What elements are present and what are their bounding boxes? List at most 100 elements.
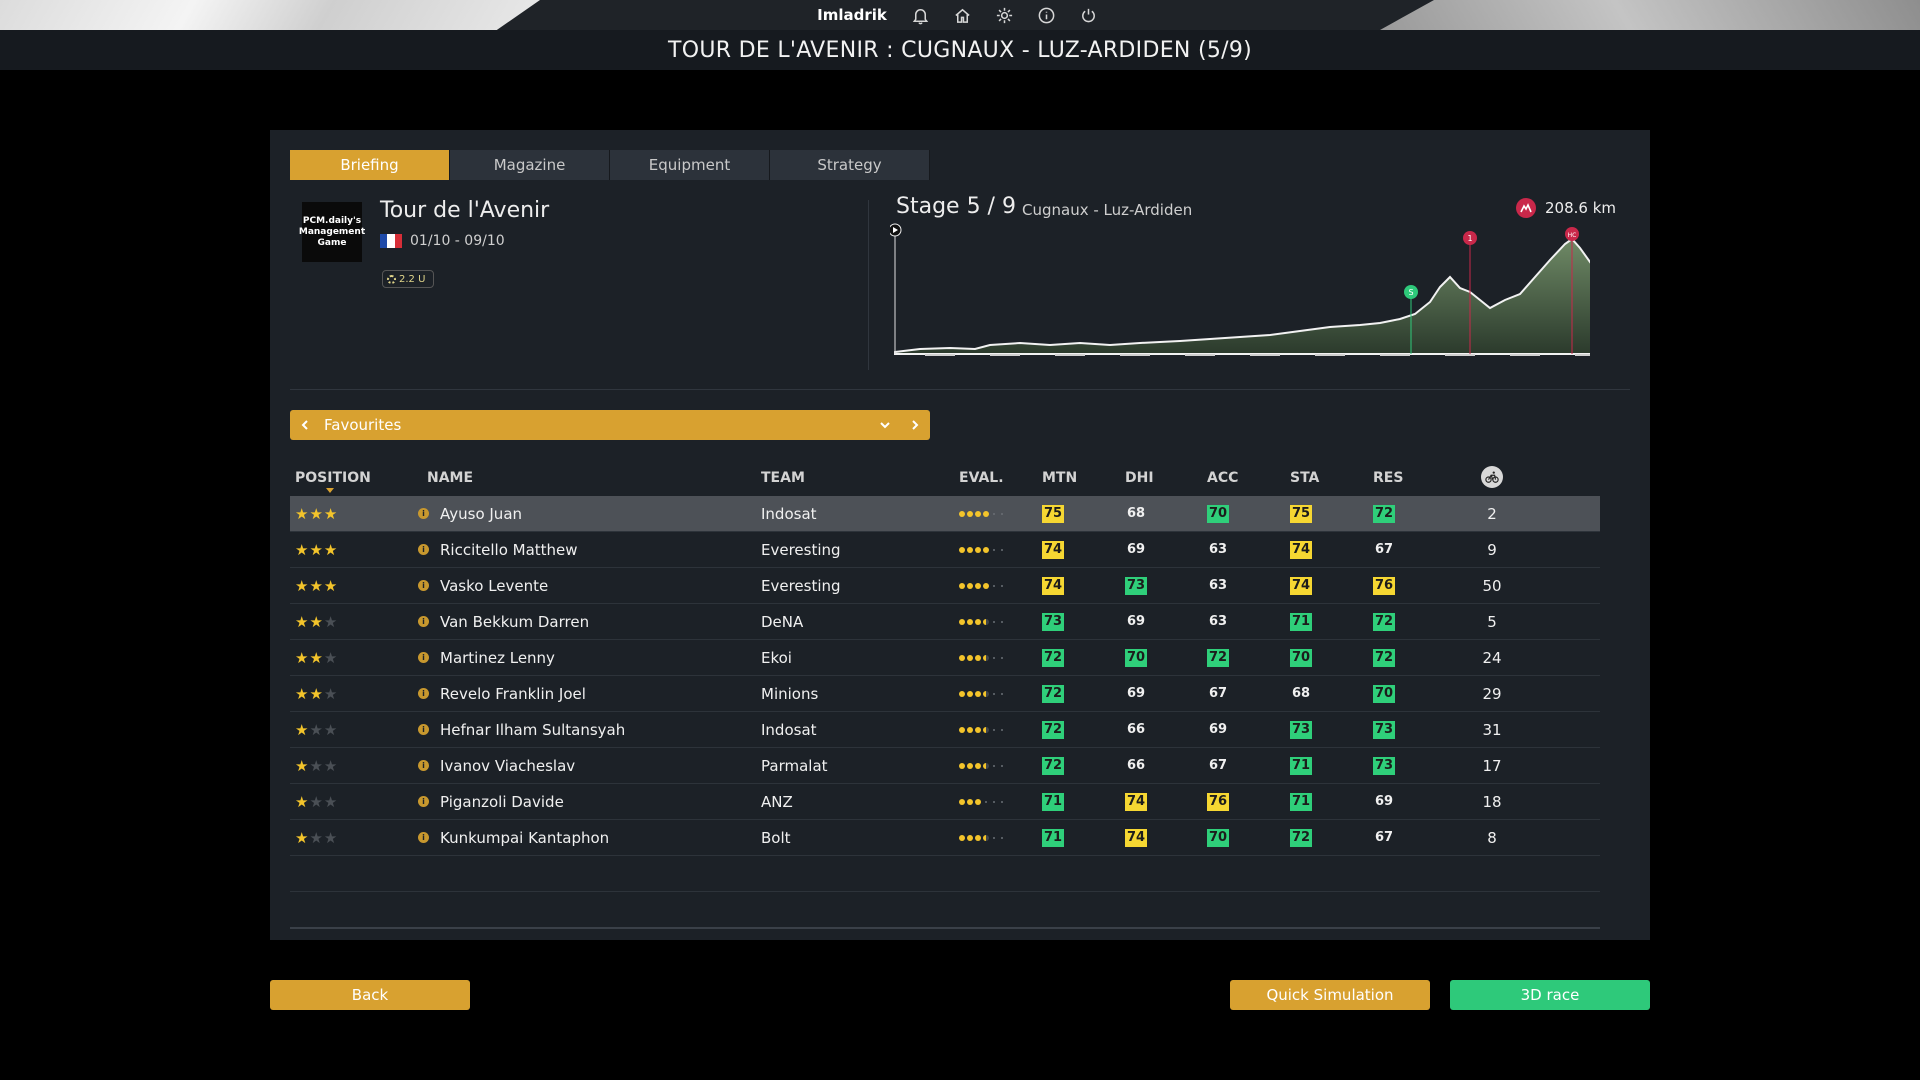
home-icon[interactable]	[949, 1, 977, 29]
star-icon: ★	[295, 828, 310, 847]
sta-cell: 74	[1290, 532, 1312, 567]
acc-value: 67	[1208, 758, 1228, 773]
tab-briefing[interactable]: Briefing	[290, 150, 450, 180]
bib-number: 17	[1482, 756, 1502, 775]
header-res[interactable]: RES	[1373, 470, 1403, 486]
rider-info-icon[interactable]: i	[418, 508, 429, 519]
star-icon: ★	[323, 576, 339, 595]
header-eval[interactable]: EVAL.	[959, 470, 1004, 486]
eval-cell	[959, 748, 1005, 783]
username[interactable]: Imladrik	[817, 6, 887, 24]
table-row[interactable]: ★ ★ ★ i Vasko Levente Everesting 74 73 63 74 76 50	[290, 568, 1600, 604]
sta-value: 71	[1290, 792, 1312, 811]
stage-profile-chart[interactable]: S 1 HC	[890, 222, 1590, 360]
back-button[interactable]: Back	[270, 980, 470, 1010]
rider-info-icon[interactable]: i	[418, 796, 429, 807]
acc-cell: 70	[1207, 820, 1229, 855]
evaluation-dots	[959, 834, 1005, 841]
team-name: DeNA	[761, 612, 804, 631]
header-mtn[interactable]: MTN	[1042, 470, 1077, 486]
3d-race-button[interactable]: 3D race	[1450, 980, 1650, 1010]
rider-info-icon[interactable]: i	[418, 652, 429, 663]
rider-info-icon[interactable]: i	[418, 832, 429, 843]
acc-cell: 63	[1207, 568, 1229, 603]
start-marker-icon[interactable]	[890, 223, 902, 237]
header-dhi[interactable]: DHI	[1125, 470, 1154, 486]
tab-strategy[interactable]: Strategy	[770, 150, 930, 180]
sta-cell: 71	[1290, 604, 1312, 639]
race-class-label: 2.2 U	[399, 273, 426, 285]
header-acc[interactable]: ACC	[1207, 470, 1238, 486]
rider-info-icon[interactable]: i	[418, 616, 429, 627]
bib-number: 31	[1482, 720, 1502, 739]
mtn-value: 72	[1042, 648, 1064, 667]
table-row[interactable]: ★ ★ ★ i Kunkumpai Kantaphon Bolt 71 74 70 72 67 8	[290, 820, 1600, 856]
rider-info-icon[interactable]: i	[418, 688, 429, 699]
acc-value: 63	[1208, 542, 1228, 557]
table-row[interactable]: ★ ★ ★ i Martinez Lenny Ekoi 72 70 72 70 72 24	[290, 640, 1600, 676]
table-row[interactable]: ★ ★ ★ i Riccitello Matthew Everesting 74 69 63 74…	[290, 532, 1600, 568]
chevron-right-icon[interactable]	[900, 410, 930, 440]
selector-label[interactable]: Favourites	[320, 416, 870, 434]
svg-text:HC: HC	[1568, 232, 1577, 239]
favourites-table: POSITION NAME TEAM EVAL. MTN DHI ACC STA…	[290, 460, 1600, 929]
header-name[interactable]: NAME	[427, 470, 473, 486]
res-value: 67	[1374, 830, 1394, 845]
cyclist-icon[interactable]	[1481, 466, 1503, 488]
name-cell: i Kunkumpai Kantaphon	[418, 820, 609, 855]
dhi-value: 66	[1126, 722, 1146, 737]
star-icon: ★	[309, 576, 324, 595]
eval-cell	[959, 568, 1005, 603]
sprint-marker-icon[interactable]: S	[1404, 285, 1418, 299]
table-row[interactable]: ★ ★ ★ i Revelo Franklin Joel Minions 72 69 67 68 7…	[290, 676, 1600, 712]
star-icon: ★	[309, 540, 324, 559]
eval-cell	[959, 712, 1005, 747]
star-icon: ★	[323, 540, 339, 559]
rating-stars: ★ ★ ★	[295, 568, 338, 603]
header-team[interactable]: TEAM	[761, 470, 805, 486]
gear-icon[interactable]	[991, 1, 1019, 29]
table-row[interactable]: ★ ★ ★ i Ayuso Juan Indosat 75 68 70 75 72 2	[290, 496, 1600, 532]
rating-stars: ★ ★ ★	[295, 784, 338, 819]
table-row[interactable]: ★ ★ ★ i Ivanov Viacheslav Parmalat 72 66 67 71 73 1…	[290, 748, 1600, 784]
top-nav: Imladrik	[760, 0, 1160, 30]
rider-info-icon[interactable]: i	[418, 580, 429, 591]
climb1-marker-icon[interactable]: 1	[1463, 231, 1477, 245]
table-row[interactable]: ★ ★ ★ i Piganzoli Davide ANZ 71 74 76 71 69 18	[290, 784, 1600, 820]
sta-cell: 72	[1290, 820, 1312, 855]
rider-info-icon[interactable]: i	[418, 544, 429, 555]
rider-name: Vasko Levente	[440, 576, 549, 595]
header-sta[interactable]: STA	[1290, 470, 1319, 486]
mtn-value: 71	[1042, 828, 1064, 847]
table-row[interactable]: ★ ★ ★ i Hefnar Ilham Sultansyah Indosat 72 66 69…	[290, 712, 1600, 748]
rider-info-icon[interactable]: i	[418, 724, 429, 735]
dhi-cell: 74	[1125, 784, 1147, 819]
mtn-value: 71	[1042, 792, 1064, 811]
eval-cell	[959, 676, 1005, 711]
empty-row	[290, 856, 1600, 892]
team-name: Ekoi	[761, 648, 792, 667]
star-icon: ★	[309, 828, 324, 847]
acc-value: 67	[1208, 686, 1228, 701]
title-bar: TOUR DE L'AVENIR : CUGNAUX - LUZ-ARDIDEN…	[0, 30, 1920, 70]
name-cell: i Ayuso Juan	[418, 496, 522, 531]
table-row[interactable]: ★ ★ ★ i Van Bekkum Darren DeNA 73 69 63 71 72 5	[290, 604, 1600, 640]
header-position[interactable]: POSITION	[295, 470, 371, 486]
power-icon[interactable]	[1075, 1, 1103, 29]
tab-bar: Briefing Magazine Equipment Strategy	[290, 150, 930, 180]
rating-stars: ★ ★ ★	[295, 604, 338, 639]
climbhc-marker-icon[interactable]: HC	[1565, 227, 1579, 241]
chevron-down-icon[interactable]	[870, 410, 900, 440]
res-cell: 67	[1373, 820, 1395, 855]
info-icon[interactable]	[1033, 1, 1061, 29]
sta-cell: 73	[1290, 712, 1312, 747]
team-name: Indosat	[761, 504, 817, 523]
tab-equipment[interactable]: Equipment	[610, 150, 770, 180]
sta-value: 70	[1290, 648, 1312, 667]
chevron-left-icon[interactable]	[290, 410, 320, 440]
divider	[290, 389, 1630, 390]
tab-magazine[interactable]: Magazine	[450, 150, 610, 180]
bell-icon[interactable]	[907, 1, 935, 29]
rider-info-icon[interactable]: i	[418, 760, 429, 771]
quick-simulation-button[interactable]: Quick Simulation	[1230, 980, 1430, 1010]
